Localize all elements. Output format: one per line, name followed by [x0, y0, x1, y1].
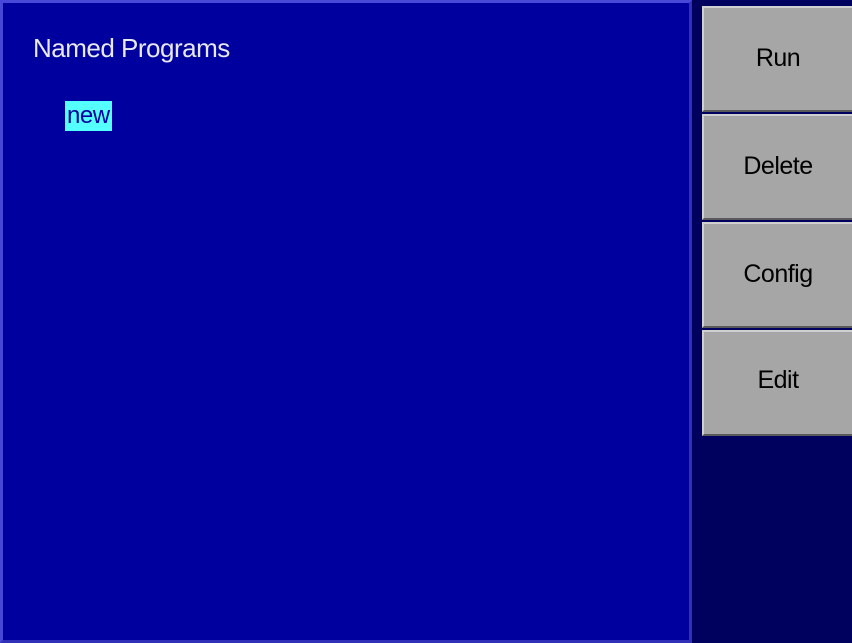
- side-button-column: Run Delete Config Edit: [698, 0, 852, 643]
- panel-title: Named Programs: [33, 33, 230, 63]
- program-list: new: [65, 101, 112, 131]
- config-button[interactable]: Config: [702, 222, 852, 328]
- run-button[interactable]: Run: [702, 6, 852, 112]
- list-item[interactable]: new: [65, 101, 112, 131]
- screen: Named Programs new Run Delete Config Edi…: [0, 0, 852, 643]
- program-item-new[interactable]: new: [65, 101, 112, 131]
- edit-button[interactable]: Edit: [702, 330, 852, 436]
- named-programs-panel: Named Programs new: [0, 0, 692, 643]
- delete-button[interactable]: Delete: [702, 114, 852, 220]
